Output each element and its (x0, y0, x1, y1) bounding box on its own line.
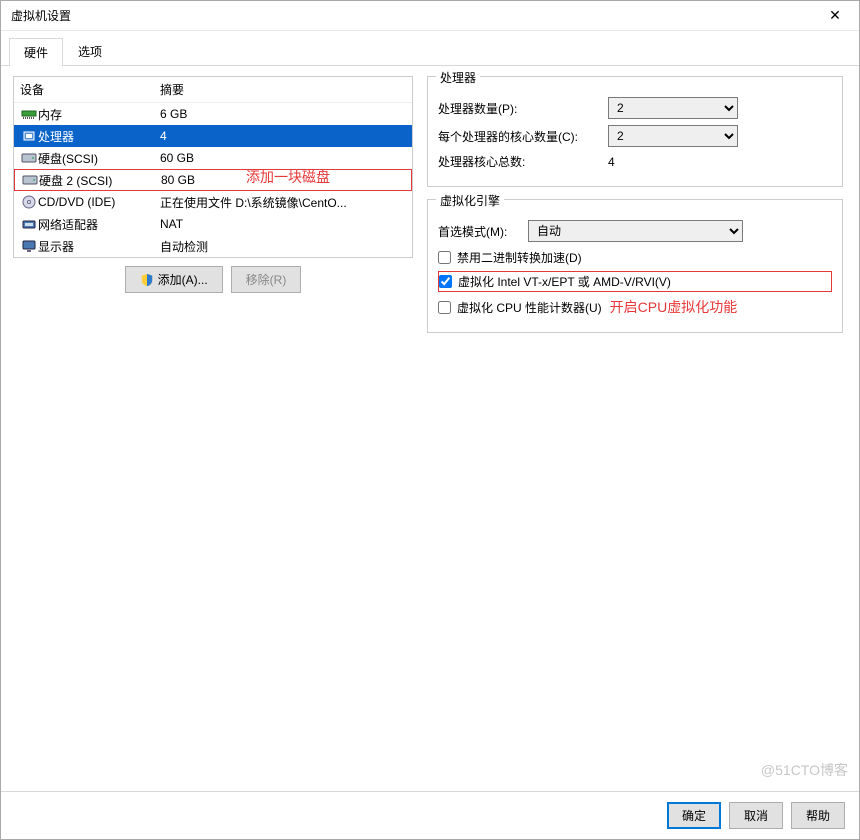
disk-icon (20, 151, 38, 165)
total-value: 4 (608, 155, 832, 169)
watermark: @51CTO博客 (761, 760, 848, 780)
content-area: 设备 摘要 内存6 GB处理器4硬盘(SCSI)60 GB硬盘 2 (SCSI)… (1, 66, 859, 791)
titlebar: 虚拟机设置 ✕ (1, 1, 859, 31)
device-name: 硬盘 2 (SCSI) (39, 172, 161, 189)
memory-icon (20, 107, 38, 121)
remove-button: 移除(R) (231, 266, 302, 293)
window-title: 虚拟机设置 (11, 7, 815, 24)
device-panel: 设备 摘要 内存6 GB处理器4硬盘(SCSI)60 GB硬盘 2 (SCSI)… (13, 76, 413, 258)
mode-label: 首选模式(M): (438, 223, 528, 240)
device-row-net[interactable]: 网络适配器NAT (14, 213, 412, 235)
cb-perf-row[interactable]: 虚拟化 CPU 性能计数器(U) 开启CPU虚拟化功能 (438, 296, 832, 318)
device-summary: 自动检测 (160, 238, 406, 255)
close-icon[interactable]: ✕ (815, 7, 855, 24)
device-summary: 正在使用文件 D:\系统镜像\CentO... (160, 194, 406, 211)
cpu-icon (20, 129, 38, 143)
col-device: 设备 (20, 81, 160, 98)
cb-vt[interactable] (439, 275, 452, 288)
virt-engine-group: 虚拟化引擎 首选模式(M): 自动 禁用二进制转换加速(D) 虚拟化 Intel… (427, 199, 843, 333)
device-summary: 60 GB (160, 151, 406, 165)
device-row-memory[interactable]: 内存6 GB (14, 103, 412, 125)
annotation-enable-vt: 开启CPU虚拟化功能 (610, 297, 738, 317)
disk-icon (21, 173, 39, 187)
proc-count-select[interactable]: 2 (608, 97, 738, 119)
device-row-display[interactable]: 显示器自动检测 (14, 235, 412, 257)
processor-legend: 处理器 (436, 69, 480, 86)
device-name: 网络适配器 (38, 216, 160, 233)
help-button[interactable]: 帮助 (791, 802, 845, 829)
total-label: 处理器核心总数: (438, 153, 608, 170)
mode-select[interactable]: 自动 (528, 220, 743, 242)
tab-hardware[interactable]: 硬件 (9, 38, 63, 66)
device-summary: NAT (160, 217, 406, 231)
processor-group: 处理器 处理器数量(P): 2 每个处理器的核心数量(C): 2 处理器核心总数… (427, 76, 843, 187)
device-summary: 4 (160, 129, 406, 143)
cb-disable-binary[interactable] (438, 251, 451, 264)
ok-button[interactable]: 确定 (667, 802, 721, 829)
net-icon (20, 217, 38, 231)
bottom-bar: 确定 取消 帮助 (1, 791, 859, 839)
cb-vt-row[interactable]: 虚拟化 Intel VT-x/EPT 或 AMD-V/RVI(V) (438, 271, 832, 292)
add-button[interactable]: 添加(A)... (125, 266, 223, 293)
device-row-disk[interactable]: 硬盘(SCSI)60 GB (14, 147, 412, 169)
cancel-button[interactable]: 取消 (729, 802, 783, 829)
device-name: 处理器 (38, 128, 160, 145)
tab-bar: 硬件 选项 (1, 33, 859, 66)
device-name: 显示器 (38, 238, 160, 255)
cores-select[interactable]: 2 (608, 125, 738, 147)
cb-disable-binary-label: 禁用二进制转换加速(D) (457, 249, 582, 266)
right-panel: 处理器 处理器数量(P): 2 每个处理器的核心数量(C): 2 处理器核心总数… (423, 76, 847, 781)
device-list-header: 设备 摘要 (14, 77, 412, 103)
cores-label: 每个处理器的核心数量(C): (438, 128, 608, 145)
cb-vt-label: 虚拟化 Intel VT-x/EPT 或 AMD-V/RVI(V) (458, 273, 671, 290)
device-summary: 6 GB (160, 107, 406, 121)
shield-icon (140, 273, 154, 287)
cb-perf-label: 虚拟化 CPU 性能计数器(U) (457, 299, 602, 316)
device-row-disk[interactable]: 硬盘 2 (SCSI)80 GB (14, 169, 412, 191)
device-name: CD/DVD (IDE) (38, 195, 160, 209)
display-icon (20, 239, 38, 253)
add-button-label: 添加(A)... (158, 271, 208, 288)
device-row-cd[interactable]: CD/DVD (IDE)正在使用文件 D:\系统镜像\CentO... (14, 191, 412, 213)
col-summary: 摘要 (160, 81, 184, 98)
tab-options[interactable]: 选项 (63, 37, 117, 65)
virt-legend: 虚拟化引擎 (436, 192, 504, 209)
device-name: 内存 (38, 106, 160, 123)
annotation-add-disk: 添加一块磁盘 (246, 167, 330, 187)
device-buttons: 添加(A)... 移除(R) (13, 258, 413, 301)
cb-perf[interactable] (438, 301, 451, 314)
proc-count-label: 处理器数量(P): (438, 100, 608, 117)
device-row-cpu[interactable]: 处理器4 (14, 125, 412, 147)
cb-disable-binary-row[interactable]: 禁用二进制转换加速(D) (438, 248, 832, 267)
device-list: 设备 摘要 内存6 GB处理器4硬盘(SCSI)60 GB硬盘 2 (SCSI)… (14, 77, 412, 257)
device-name: 硬盘(SCSI) (38, 150, 160, 167)
vm-settings-window: 虚拟机设置 ✕ 硬件 选项 设备 摘要 内存6 GB处理器4硬盘(SCSI)60… (0, 0, 860, 840)
cd-icon (20, 195, 38, 209)
